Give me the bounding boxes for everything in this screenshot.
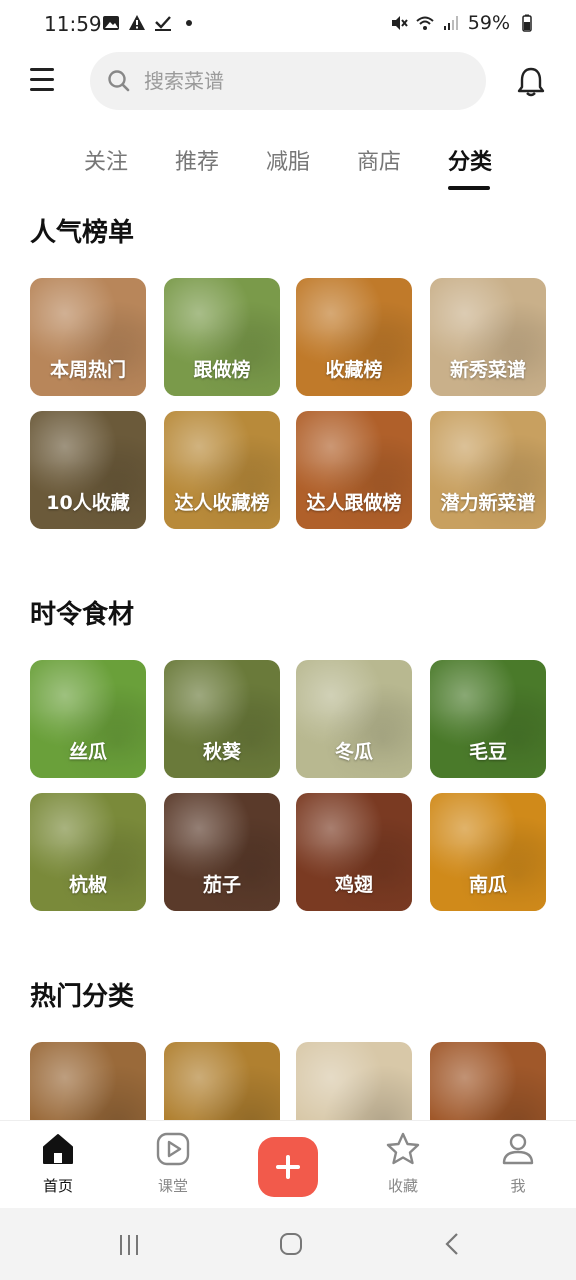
- tile-popular-6[interactable]: 达人跟做榜: [296, 411, 412, 529]
- tile-label: 鸡翅: [334, 874, 373, 896]
- tile-label: 毛豆: [468, 741, 507, 763]
- tile-popular-0[interactable]: 本周热门: [30, 278, 146, 396]
- tile-label: 跟做榜: [193, 359, 251, 381]
- nav-favorites[interactable]: 收藏: [363, 1131, 443, 1196]
- tile-popular-3[interactable]: 新秀菜谱: [430, 278, 546, 396]
- tile-popular-7[interactable]: 潜力新菜谱: [430, 411, 546, 529]
- tile-popular-2[interactable]: 收藏榜: [296, 278, 412, 396]
- nav-class[interactable]: 课堂: [133, 1131, 213, 1196]
- home-button-icon[interactable]: [278, 1231, 304, 1257]
- tab-store[interactable]: 商店: [357, 144, 401, 176]
- search-bar[interactable]: [90, 52, 486, 110]
- tile-seasonal-4[interactable]: 杭椒: [30, 793, 146, 911]
- tile-label: 冬瓜: [334, 741, 373, 763]
- nav-me[interactable]: 我: [478, 1131, 558, 1196]
- tile-label: 达人跟做榜: [306, 492, 402, 514]
- tile-seasonal-7[interactable]: 南瓜: [430, 793, 546, 911]
- status-bar: 11:59 59%: [0, 0, 576, 48]
- menu-icon-line: [30, 68, 54, 71]
- tile-label: 丝瓜: [68, 741, 107, 763]
- menu-button[interactable]: [30, 68, 60, 94]
- tile-label: 收藏榜: [325, 359, 383, 381]
- nav-me-label: 我: [510, 1177, 526, 1195]
- battery-icon: [522, 14, 532, 32]
- nav-home-label: 首页: [42, 1177, 73, 1195]
- check-icon: [155, 16, 171, 31]
- section-title-seasonal: 时令食材: [30, 600, 135, 630]
- nav-class-label: 课堂: [157, 1177, 188, 1195]
- tile-seasonal-2[interactable]: 冬瓜: [296, 660, 412, 778]
- menu-icon-line: [30, 88, 54, 91]
- tile-label: 新秀菜谱: [449, 359, 526, 381]
- battery-percent: 59%: [467, 12, 510, 34]
- tab-diet[interactable]: 减脂: [266, 144, 310, 176]
- tile-label: 潜力新菜谱: [440, 492, 536, 514]
- tile-label: 秋葵: [202, 741, 241, 763]
- tile-popular-4[interactable]: 10人收藏: [30, 411, 146, 529]
- nav-favorites-label: 收藏: [387, 1177, 418, 1195]
- image-icon: [103, 16, 119, 30]
- tab-recommend[interactable]: 推荐: [175, 144, 219, 176]
- tile-seasonal-0[interactable]: 丝瓜: [30, 660, 146, 778]
- menu-icon-line: [30, 78, 54, 81]
- tile-seasonal-3[interactable]: 毛豆: [430, 660, 546, 778]
- tab-category[interactable]: 分类: [448, 144, 492, 176]
- active-tab-indicator: [448, 186, 490, 190]
- tab-follow[interactable]: 关注: [84, 144, 128, 176]
- tile-label: 杭椒: [68, 874, 107, 896]
- status-time: 11:59: [44, 12, 102, 36]
- tile-label: 10人收藏: [46, 492, 130, 514]
- system-nav-bar: [0, 1208, 576, 1280]
- star-icon: [386, 1132, 420, 1165]
- tile-label: 达人收藏榜: [174, 492, 270, 514]
- status-right-icons: 59%: [390, 12, 536, 34]
- section-title-popular: 人气榜单: [30, 218, 135, 248]
- section-title-hot-categories: 热门分类: [30, 982, 135, 1012]
- tile-seasonal-1[interactable]: 秋葵: [164, 660, 280, 778]
- back-icon[interactable]: [440, 1231, 466, 1257]
- tile-seasonal-6[interactable]: 鸡翅: [296, 793, 412, 911]
- plus-icon: [276, 1155, 300, 1179]
- tile-label: 南瓜: [468, 874, 507, 896]
- tile-popular-5[interactable]: 达人收藏榜: [164, 411, 280, 529]
- bottom-nav: 首页 课堂 收藏 我: [0, 1120, 576, 1208]
- status-left-icons: [102, 14, 198, 32]
- tile-seasonal-5[interactable]: 茄子: [164, 793, 280, 911]
- mute-icon: [391, 16, 408, 30]
- recent-apps-icon[interactable]: [116, 1232, 142, 1258]
- user-icon: [502, 1133, 534, 1165]
- bell-icon[interactable]: [516, 66, 546, 98]
- category-tabs: 关注 推荐 减脂 商店 分类: [0, 140, 576, 196]
- signal-icon: [443, 16, 458, 30]
- nav-home[interactable]: 首页: [18, 1131, 98, 1196]
- home-icon: [43, 1134, 73, 1164]
- tile-popular-1[interactable]: 跟做榜: [164, 278, 280, 396]
- tile-label: 茄子: [202, 874, 241, 896]
- play-icon: [156, 1132, 190, 1166]
- alert-icon: [129, 15, 145, 30]
- wifi-icon: [416, 16, 434, 30]
- add-recipe-button[interactable]: [258, 1137, 318, 1197]
- search-icon: [108, 70, 130, 92]
- tile-label: 本周热门: [49, 359, 126, 381]
- top-bar: [0, 52, 576, 110]
- dot-icon: [186, 20, 192, 26]
- search-input[interactable]: [144, 66, 444, 96]
